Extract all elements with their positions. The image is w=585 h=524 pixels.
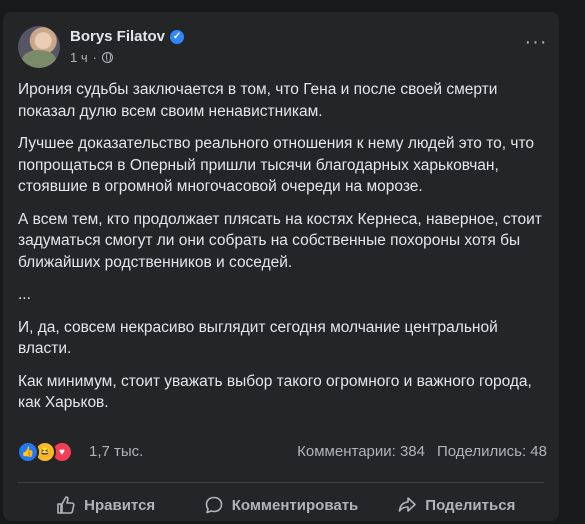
post-card: Borys Filatov ✓ 1 ч · ··· Ирония судьбы … [3,12,559,521]
thumbs-up-icon [56,495,76,515]
author-avatar[interactable] [18,26,60,68]
post-body: Ирония судьбы заключается в том, что Ген… [18,79,548,425]
share-label: Поделиться [425,496,516,514]
more-options-icon[interactable]: ··· [518,24,554,60]
post-header: Borys Filatov ✓ 1 ч · ··· [18,26,546,72]
post-paragraph: ... [18,286,31,303]
comments-count[interactable]: Комментарии: 384 [297,443,425,460]
comment-icon [204,495,224,515]
share-icon [397,495,417,515]
post-meta: 1 ч · [70,50,113,65]
reaction-count[interactable]: 1,7 тыс. [89,443,143,460]
post-paragraph: Лучшее доказательство реального отношени… [18,135,535,195]
post-paragraph: А всем тем, кто продолжает плясать на ко… [18,210,542,271]
divider [18,482,544,483]
like-button[interactable]: Нравится [18,486,193,524]
post-paragraph: Ирония судьбы заключается в том, что Ген… [18,81,498,120]
verified-badge-icon: ✓ [170,29,185,44]
like-icon: 👍 [17,441,39,463]
author-row: Borys Filatov ✓ [70,28,185,45]
globe-icon[interactable] [101,52,113,63]
post-paragraph: И, да, совсем некрасиво выглядит сегодня… [18,318,498,358]
meta-separator: · [92,50,97,65]
reaction-icons[interactable]: 👍 😆 ♥ [17,441,73,463]
comment-label: Комментировать [231,496,359,514]
post-paragraph: Как минимум, стоит уважать выбор такого … [18,372,532,412]
post-actions: Нравится Комментировать Поделиться [18,486,544,524]
share-button[interactable]: Поделиться [369,486,544,524]
engagement-stats: Комментарии: 384 Поделились: 48 [297,443,547,460]
author-name[interactable]: Borys Filatov [70,28,165,45]
shares-count[interactable]: Поделились: 48 [437,443,547,460]
like-label: Нравится [84,496,156,514]
post-time[interactable]: 1 ч [70,50,88,65]
comment-button[interactable]: Комментировать [193,486,368,524]
reactions-bar: 👍 😆 ♥ 1,7 тыс. Комментарии: 384 Поделили… [17,440,547,466]
